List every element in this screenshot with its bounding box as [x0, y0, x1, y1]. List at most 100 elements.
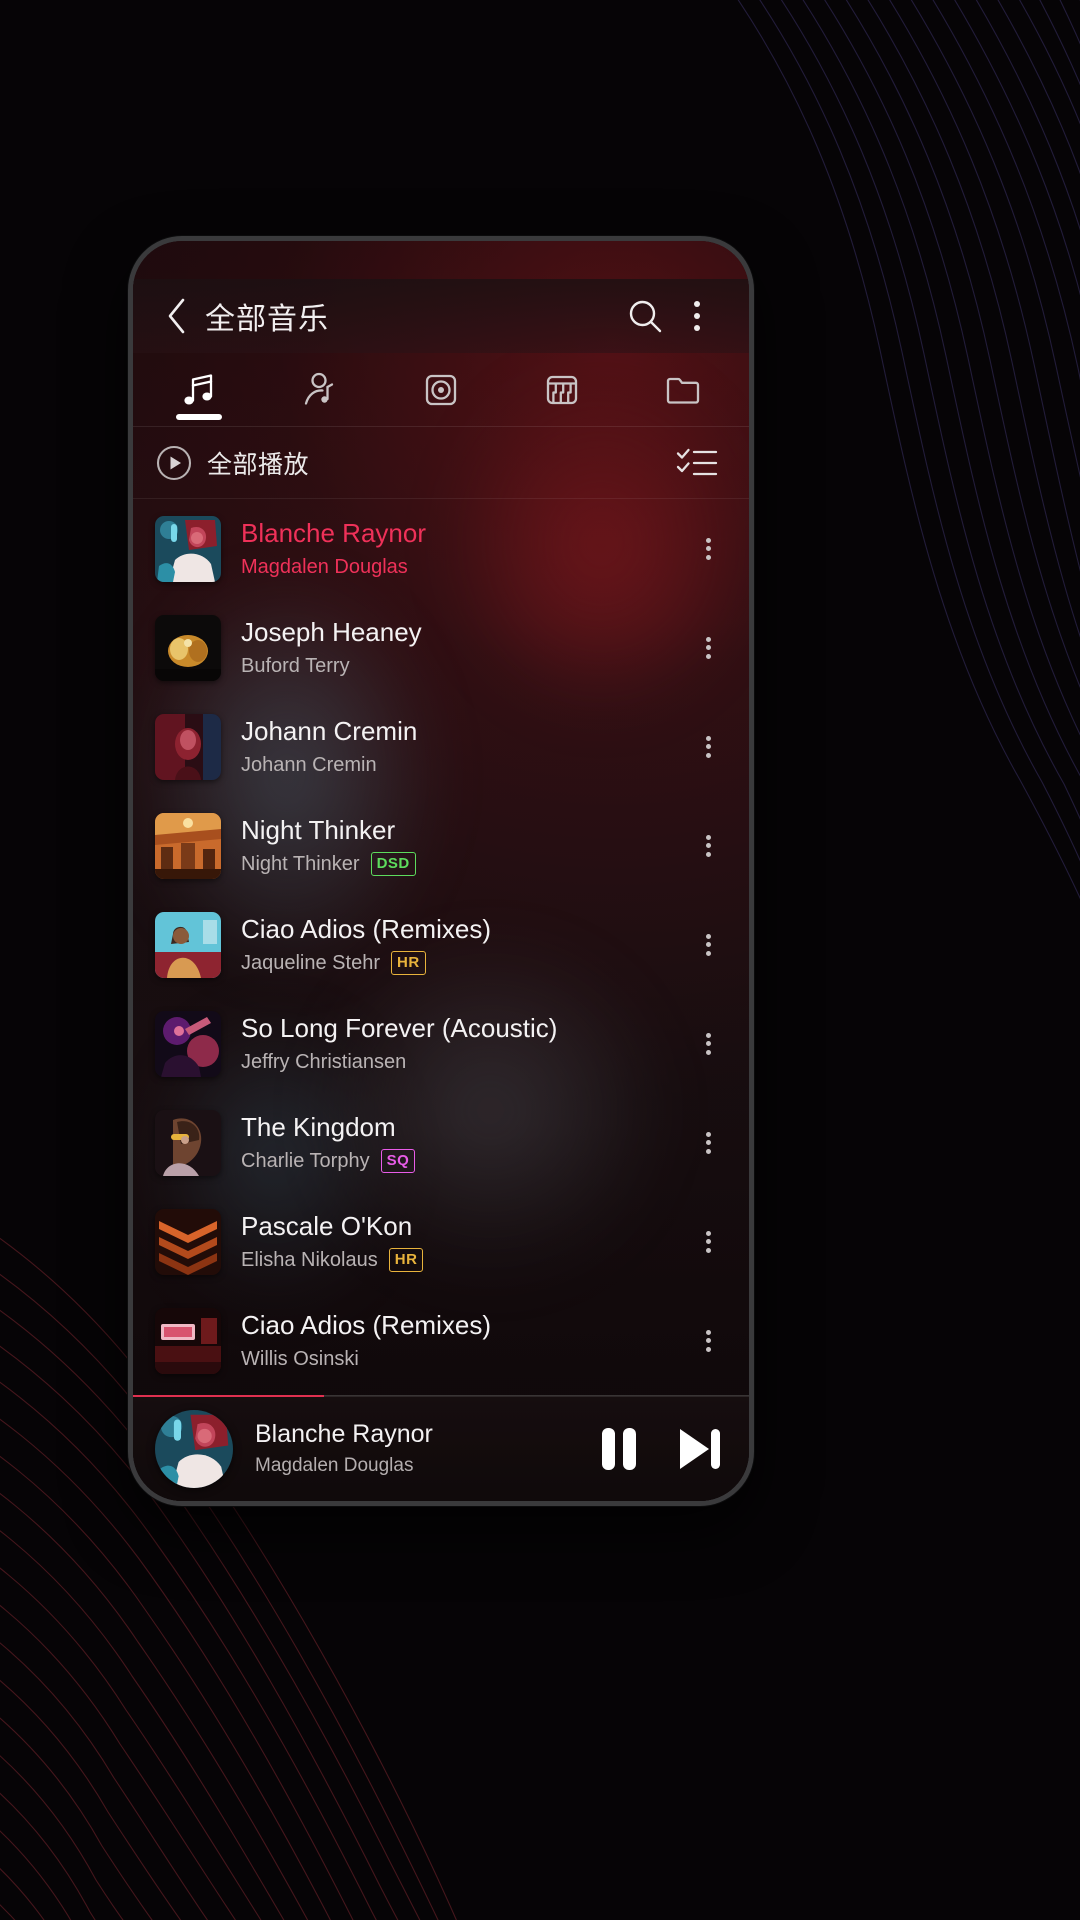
- mini-player[interactable]: Blanche Raynor Magdalen Douglas: [133, 1395, 749, 1501]
- next-track-button[interactable]: [675, 1426, 723, 1472]
- song-subtitle: Elisha Nikolaus HR: [241, 1248, 685, 1273]
- album-disc-icon: [425, 374, 457, 405]
- table-row[interactable]: Joseph Heaney Buford Terry: [133, 598, 749, 697]
- album-art-image: [155, 713, 221, 780]
- status-bar-area: [133, 241, 749, 279]
- table-row[interactable]: So Long Forever (Acoustic) Jeffry Christ…: [133, 994, 749, 1093]
- song-title: The Kingdom: [241, 1111, 396, 1142]
- album-art-image: [155, 515, 221, 582]
- table-row[interactable]: Pascale O'Kon Elisha Nikolaus HR: [133, 1192, 749, 1291]
- play-circle-icon: [156, 445, 192, 480]
- row-overflow-button[interactable]: [685, 1107, 731, 1179]
- song-artist: Buford Terry: [241, 654, 350, 677]
- song-title: So Long Forever (Acoustic): [241, 1013, 558, 1044]
- mini-player-controls: [597, 1426, 723, 1472]
- mini-player-album-art[interactable]: [155, 1409, 233, 1488]
- artist-icon: [305, 372, 334, 405]
- album-art-image: [155, 911, 221, 978]
- song-title: Blanche Raynor: [241, 518, 426, 549]
- tab-folders[interactable]: [622, 353, 743, 426]
- song-subtitle: Charlie Torphy SQ: [241, 1149, 685, 1174]
- row-overflow-button[interactable]: [685, 711, 731, 783]
- song-title: Pascale O'Kon: [241, 1210, 413, 1241]
- row-overflow-button[interactable]: [685, 810, 731, 882]
- row-overflow-button[interactable]: [685, 1305, 731, 1377]
- active-tab-indicator: [176, 414, 223, 420]
- song-meta: Joseph Heaney Buford Terry: [241, 617, 685, 678]
- row-overflow-button[interactable]: [685, 513, 731, 585]
- tab-genres[interactable]: [501, 353, 622, 426]
- checklist-icon: [676, 448, 718, 475]
- song-artist: Johann Cremin: [241, 753, 377, 776]
- quality-badge: HR: [390, 951, 426, 976]
- row-overflow-button[interactable]: [685, 1206, 731, 1278]
- album-art: [155, 614, 221, 681]
- album-art-image: [155, 1208, 221, 1275]
- pause-icon: [602, 1427, 636, 1470]
- play-all-row[interactable]: 全部播放: [133, 427, 749, 499]
- piano-keys-icon: [546, 375, 577, 404]
- album-art-image: [155, 812, 221, 879]
- album-art-image: [155, 1109, 221, 1176]
- tab-artists[interactable]: [260, 353, 381, 426]
- song-meta: The Kingdom Charlie Torphy SQ: [241, 1112, 685, 1174]
- album-art: [155, 1109, 221, 1176]
- song-subtitle: Night Thinker DSD: [241, 852, 685, 877]
- song-meta: Johann Cremin Johann Cremin: [241, 716, 685, 777]
- multi-select-button[interactable]: [671, 437, 723, 489]
- song-subtitle: Willis Osinski: [241, 1348, 685, 1371]
- row-overflow-button[interactable]: [685, 909, 731, 981]
- mini-player-artist: Magdalen Douglas: [255, 1455, 414, 1476]
- table-row[interactable]: Blanche Raynor Magdalen Douglas: [133, 499, 749, 598]
- song-title: Ciao Adios (Remixes): [241, 1310, 491, 1341]
- page-title: 全部音乐: [205, 303, 329, 336]
- song-artist: Elisha Nikolaus: [241, 1248, 378, 1271]
- play-all-label: 全部播放: [207, 450, 310, 479]
- mini-player-title: Blanche Raynor: [255, 1420, 433, 1448]
- table-row[interactable]: The Kingdom Charlie Torphy SQ: [133, 1093, 749, 1192]
- mini-player-meta: Blanche Raynor Magdalen Douglas: [255, 1420, 597, 1477]
- song-subtitle: Jaqueline Stehr HR: [241, 951, 685, 976]
- table-row[interactable]: Ciao Adios (Remixes) Willis Osinski: [133, 1291, 749, 1390]
- app-bar: 全部音乐: [133, 279, 749, 353]
- song-meta: So Long Forever (Acoustic) Jeffry Christ…: [241, 1013, 685, 1074]
- phone-screen: 全部音乐 全部播放 Blanche Raynor Magdalen Dougla…: [133, 241, 749, 1501]
- tab-albums[interactable]: [381, 353, 502, 426]
- playback-progress-bar[interactable]: [133, 1395, 749, 1397]
- album-art: [155, 911, 221, 978]
- screenshot-root: 全部音乐 全部播放 Blanche Raynor Magdalen Dougla…: [0, 0, 1080, 1920]
- tab-bar: [133, 353, 749, 427]
- row-overflow-button[interactable]: [685, 1008, 731, 1080]
- song-meta: Night Thinker Night Thinker DSD: [241, 815, 685, 877]
- pause-button[interactable]: [597, 1426, 641, 1472]
- back-button[interactable]: [155, 294, 199, 338]
- album-art-image: [155, 1409, 233, 1488]
- album-art: [155, 1307, 221, 1374]
- song-title: Night Thinker: [241, 814, 396, 845]
- album-art: [155, 1208, 221, 1275]
- tab-songs[interactable]: [139, 353, 260, 426]
- song-subtitle: Johann Cremin: [241, 754, 685, 777]
- album-art-image: [155, 1307, 221, 1374]
- overflow-menu-button[interactable]: [671, 290, 723, 342]
- table-row[interactable]: Ciao Adios (Remixes) Jaqueline Stehr HR: [133, 895, 749, 994]
- table-row[interactable]: Night Thinker Night Thinker DSD: [133, 796, 749, 895]
- song-meta: Pascale O'Kon Elisha Nikolaus HR: [241, 1211, 685, 1273]
- album-art: [155, 812, 221, 879]
- song-title: Ciao Adios (Remixes): [241, 913, 491, 944]
- phone-frame: 全部音乐 全部播放 Blanche Raynor Magdalen Dougla…: [128, 236, 754, 1506]
- song-artist: Willis Osinski: [241, 1347, 359, 1370]
- row-overflow-button[interactable]: [685, 612, 731, 684]
- quality-badge: DSD: [370, 852, 416, 877]
- album-art: [155, 713, 221, 780]
- song-title: Joseph Heaney: [241, 617, 422, 648]
- song-meta: Ciao Adios (Remixes) Jaqueline Stehr HR: [241, 914, 685, 976]
- song-artist: Magdalen Douglas: [241, 555, 408, 578]
- song-subtitle: Jeffry Christiansen: [241, 1051, 685, 1074]
- quality-badge: HR: [388, 1248, 424, 1273]
- album-art: [155, 1010, 221, 1077]
- table-row[interactable]: Johann Cremin Johann Cremin: [133, 697, 749, 796]
- search-button[interactable]: [619, 290, 671, 342]
- song-list[interactable]: Blanche Raynor Magdalen Douglas Joseph H…: [133, 499, 749, 1395]
- song-artist: Charlie Torphy: [241, 1149, 370, 1172]
